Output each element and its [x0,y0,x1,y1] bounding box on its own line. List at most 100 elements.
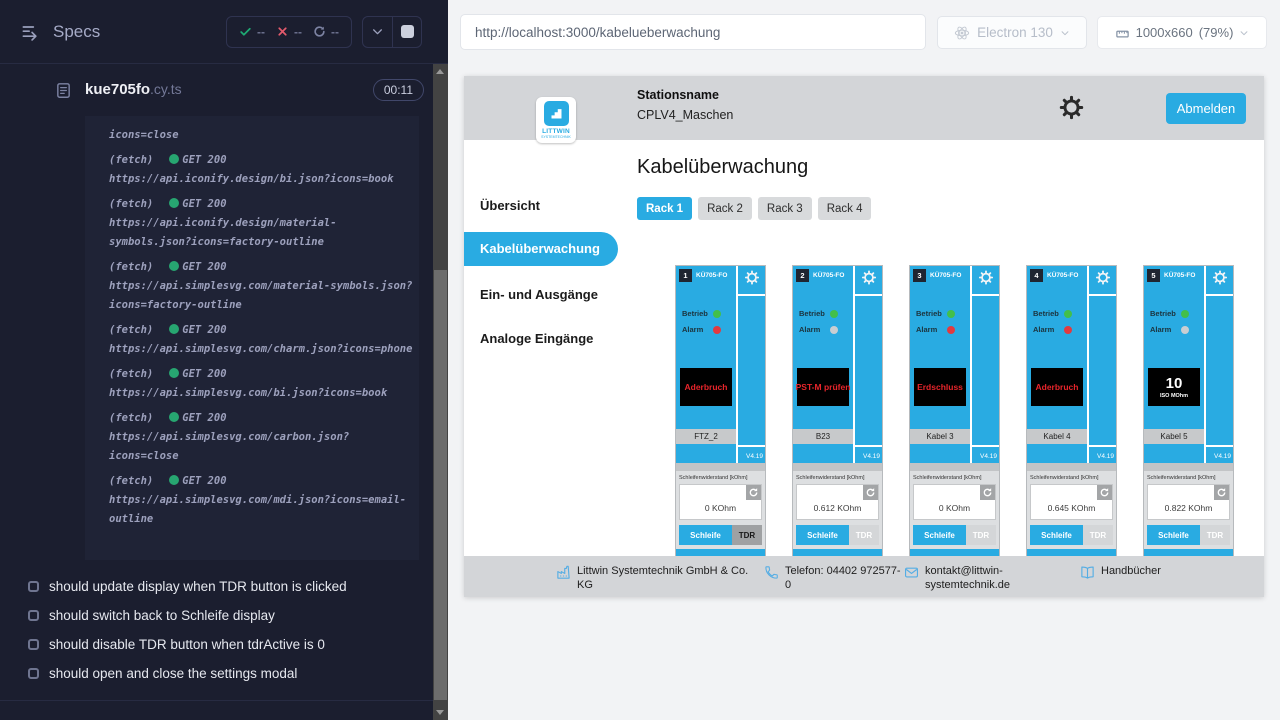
log-url: https://api.simplesvg.com/mdi.json?​icon… [109,491,413,529]
stop-button[interactable] [392,17,421,47]
card-gear-icon[interactable] [1212,270,1227,285]
url-input[interactable]: http://localhost:3000/kabelueberwachung [460,14,926,50]
log-entry[interactable]: (fetch)GET 200https://api.iconify.design… [109,151,413,189]
log-url: https://api.simplesvg.com/carbon.json?​i… [109,428,413,466]
station-block: Stationsname CPLV4_Maschen [637,88,733,122]
log-entry[interactable]: (fetch)GET 200https://api.simplesvg.com/… [109,409,413,466]
status-dot-icon [169,368,179,378]
log-url: https://api.simplesvg.com/material-​symb… [109,277,413,315]
scroll-down-icon[interactable] [436,710,444,715]
card-top: 2KÜ705-FOBetriebAlarmPST-M prüfenB23V4.1… [793,266,882,463]
card-gear-icon[interactable] [978,270,993,285]
test-list: should update display when TDR button is… [0,572,448,701]
tdr-button[interactable]: TDR [849,525,879,545]
schleife-button[interactable]: Schleife [913,525,966,545]
sidebar-scrollbar[interactable] [433,64,448,720]
firmware-version: V4.19 [1097,453,1114,460]
refresh-icon[interactable] [746,485,761,500]
cable-name: Kabel 4 [1027,429,1087,444]
fetch-label: (fetch) [109,261,153,273]
display-unit: ISO MOhm [1160,393,1188,399]
resistance-value: 0.645 KOhm [1031,503,1112,513]
alarm-led-icon [947,326,955,334]
log-entry[interactable]: (fetch)GET 200https://api.simplesvg.com/… [109,472,413,529]
scrollbar-thumb[interactable] [434,270,447,700]
test-name: should switch back to Schleife display [49,608,275,623]
betrieb-label: Betrieb [1150,309,1176,318]
browser-select[interactable]: Electron 130 [937,16,1087,49]
resistance-label: Schleifenwiderstand [kOhm] [679,475,762,481]
chevron-down-icon [1060,28,1070,38]
test-item[interactable]: should update display when TDR button is… [0,572,448,601]
specs-menu-icon[interactable] [20,22,40,42]
device-display: Erdschluss [914,368,966,406]
resistance-label: Schleifenwiderstand [kOhm] [1030,475,1113,481]
ruler-icon [1115,25,1130,40]
rack-tab-3[interactable]: Rack 3 [758,197,812,220]
tdr-button[interactable]: TDR [1083,525,1113,545]
app-footer: Littwin Systemtechnik GmbH & Co. KGTelef… [464,556,1264,597]
status-dot-icon [169,412,179,422]
divider [1027,463,1116,471]
log-entry[interactable]: (fetch)GET 200https://api.simplesvg.com/… [109,321,413,359]
sidebar-item-4[interactable]: Analoge Eingänge [480,331,593,346]
tdr-button[interactable]: TDR [732,525,762,545]
resistance-value: 0.612 KOhm [797,503,878,513]
refresh-icon[interactable] [1097,485,1112,500]
refresh-icon[interactable] [863,485,878,500]
failed-stat: -- [276,25,302,39]
alarm-led-icon [830,326,838,334]
refresh-icon[interactable] [1214,485,1229,500]
display-value: 10 [1166,376,1183,391]
log-entry[interactable]: (fetch)GET 200https://api.simplesvg.com/… [109,258,413,315]
sidebar-item-3[interactable]: Ein- und Ausgänge [480,287,598,302]
rack-tab-1[interactable]: Rack 1 [637,197,692,220]
spec-file-row[interactable]: kue705fo.cy.ts 00:11 [0,64,448,110]
resistance-panel: Schleifenwiderstand [kOhm] 0.645 KOhm Schl… [1027,471,1116,549]
display-alarm-text: PST-M prüfen [796,382,851,392]
logout-button[interactable]: Abmelden [1166,93,1246,124]
log-head: (fetch)GET 200 [109,151,413,170]
log-entry[interactable]: (fetch)GET 200https://api.iconify.design… [109,195,413,252]
refresh-icon[interactable] [980,485,995,500]
test-item[interactable]: should switch back to Schleife display [0,601,448,630]
device-display: 10 ISO MOhm [1148,368,1200,406]
divider [1089,294,1116,296]
test-item[interactable]: should disable TDR button when tdrActive… [0,630,448,659]
card-gear-icon[interactable] [861,270,876,285]
schleife-button[interactable]: Schleife [1030,525,1083,545]
schleife-button[interactable]: Schleife [796,525,849,545]
rack-tab-4[interactable]: Rack 4 [818,197,872,220]
test-item[interactable]: should open and close the settings modal [0,659,448,688]
rack-tab-2[interactable]: Rack 2 [698,197,752,220]
pending-count: -- [331,25,339,39]
card-gear-icon[interactable] [1095,270,1110,285]
collapse-button[interactable] [363,17,392,47]
status-dot-icon [169,324,179,334]
schleife-button[interactable]: Schleife [679,525,732,545]
card-gear-icon[interactable] [744,270,759,285]
viewport-select[interactable]: 1000x660 (79%) [1097,16,1267,49]
littwin-logo: LITTWIN SYSTEMTECHNIK [536,97,576,143]
divider [793,463,882,471]
status-dot-icon [169,475,179,485]
sidebar-item-1[interactable]: Übersicht [480,198,540,213]
sidebar-item-2[interactable]: Kabelüberwachung [464,232,618,266]
logo-badge [544,101,569,126]
tdr-button[interactable]: TDR [1200,525,1230,545]
test-checkbox-icon [28,610,39,621]
schleife-button[interactable]: Schleife [1147,525,1200,545]
log-entry[interactable]: (fetch)GET 200https://api.simplesvg.com/… [109,365,413,403]
betrieb-row: Betrieb [682,309,721,318]
divider [1206,445,1233,447]
scroll-up-icon[interactable] [436,69,444,74]
footer-item-book[interactable]: Handbücher [1080,564,1161,580]
browser-label: Electron 130 [977,25,1053,40]
log-url-continuation[interactable]: icons=close [109,126,413,145]
tdr-button[interactable]: TDR [966,525,996,545]
device-display: Aderbruch [1031,368,1083,406]
divider [738,445,765,447]
settings-gear-icon[interactable] [1059,95,1084,120]
device-number: 4 [1030,269,1043,282]
spec-file-ext: .cy.ts [150,81,182,97]
